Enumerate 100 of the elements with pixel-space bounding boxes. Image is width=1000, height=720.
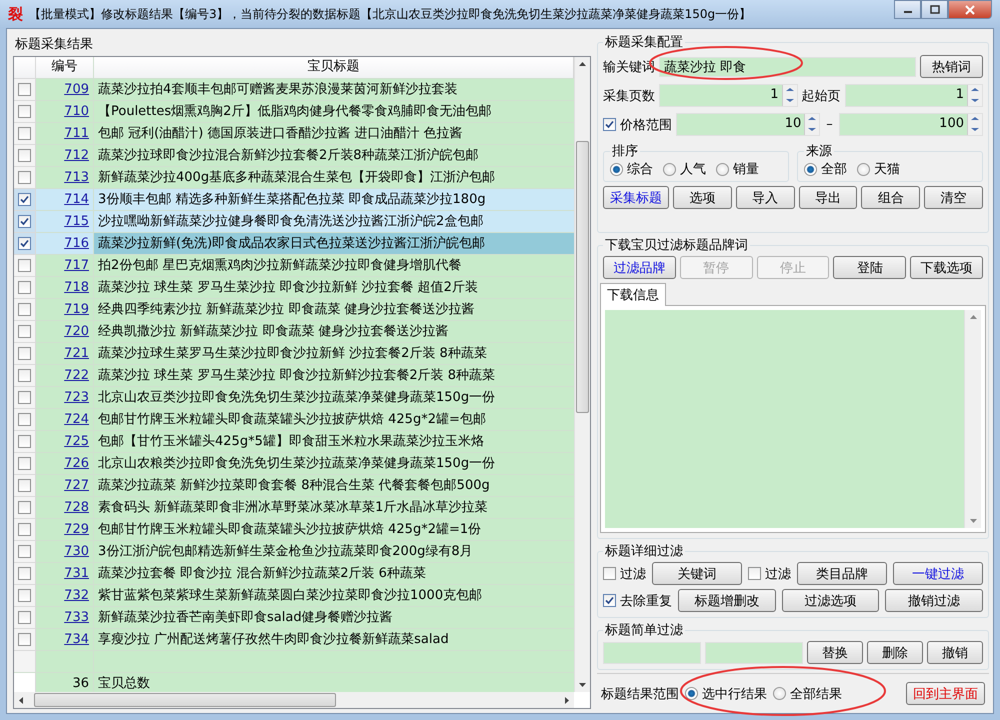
filter-button[interactable]: 关键词 bbox=[652, 562, 742, 585]
table-cell: 素食码头 新鲜蔬菜即食非洲冰草野菜冰菜冰草菜1斤水晶冰草沙拉菜 bbox=[94, 497, 574, 519]
table-cell: 蔬菜沙拉球即食沙拉混合新鲜沙拉套餐2斤装8种蔬菜江浙沪皖包邮 bbox=[94, 145, 574, 167]
radio-option[interactable]: 全部 bbox=[804, 160, 847, 178]
find-field[interactable] bbox=[603, 642, 701, 664]
filter-button[interactable]: 一键过滤 bbox=[893, 562, 983, 585]
row-checkbox[interactable] bbox=[18, 611, 31, 624]
action-button[interactable]: 清空 bbox=[924, 186, 983, 209]
filter-button[interactable]: 过滤选项 bbox=[782, 589, 880, 612]
action-button[interactable]: 撤销 bbox=[927, 641, 983, 664]
radio-button[interactable] bbox=[685, 687, 698, 700]
row-checkbox[interactable] bbox=[18, 567, 31, 580]
action-button[interactable]: 采集标题 bbox=[603, 186, 669, 209]
row-checkbox[interactable] bbox=[18, 633, 31, 646]
row-checkbox[interactable] bbox=[18, 281, 31, 294]
row-checkbox[interactable] bbox=[18, 347, 31, 360]
action-button[interactable]: 下载选项 bbox=[910, 256, 983, 279]
table-cell: 紫甘蓝紫包菜紫球生菜新鲜蔬菜圆白菜沙拉菜即食沙拉1000克包邮 bbox=[94, 585, 574, 607]
table-cell: 3份顺丰包邮 精选多种新鲜生菜搭配色拉菜 即食成品蔬菜沙拉180g bbox=[94, 189, 574, 211]
row-checkbox[interactable] bbox=[18, 457, 31, 470]
min-price-spinbox[interactable]: 10 bbox=[676, 113, 820, 136]
close-button[interactable] bbox=[948, 0, 992, 19]
row-checkbox[interactable] bbox=[18, 259, 31, 272]
field-label: 采集页数 bbox=[603, 88, 655, 104]
checkbox-label: 过滤 bbox=[765, 566, 791, 582]
table-cell: 经典凯撒沙拉 新鲜蔬菜沙拉 即食蔬菜 健身沙拉套餐送沙拉酱 bbox=[94, 321, 574, 343]
row-checkbox[interactable] bbox=[18, 369, 31, 382]
group-title: 来源 bbox=[805, 143, 833, 160]
radio-button[interactable] bbox=[610, 162, 623, 176]
radio-button[interactable] bbox=[857, 162, 870, 176]
scroll-right-icon[interactable] bbox=[564, 696, 570, 704]
row-checkbox[interactable] bbox=[18, 501, 31, 514]
group-title: 标题简单过滤 bbox=[604, 622, 684, 639]
filter-checkbox[interactable] bbox=[748, 567, 761, 580]
table-cell: 蔬菜沙拉球生菜罗马生菜沙拉即食沙拉新鲜 沙拉套餐2斤装 8种蔬菜 bbox=[94, 343, 574, 365]
table-cell: 沙拉嘿呦新鲜蔬菜沙拉健身餐即食免清洗送沙拉酱江浙沪皖2盒包邮 bbox=[94, 211, 574, 233]
scroll-left-icon[interactable] bbox=[18, 696, 24, 704]
hot-words-button[interactable]: 热销词 bbox=[920, 55, 983, 78]
max-price-spinbox[interactable]: 100 bbox=[838, 113, 983, 136]
action-button[interactable]: 选项 bbox=[673, 186, 732, 209]
row-checkbox[interactable] bbox=[18, 193, 31, 206]
filter-button[interactable]: 类目品牌 bbox=[797, 562, 887, 585]
row-checkbox[interactable] bbox=[18, 303, 31, 316]
action-button[interactable]: 导入 bbox=[736, 186, 795, 209]
scroll-up-icon[interactable] bbox=[578, 61, 587, 67]
row-checkbox[interactable] bbox=[18, 127, 31, 140]
filter-button[interactable]: 标题增删改 bbox=[678, 589, 776, 612]
row-checkbox[interactable] bbox=[18, 391, 31, 404]
row-checkbox[interactable] bbox=[18, 237, 31, 250]
row-checkbox[interactable] bbox=[18, 325, 31, 338]
filter-button[interactable]: 撤销过滤 bbox=[885, 589, 984, 612]
back-to-main-button[interactable]: 回到主界面 bbox=[906, 682, 985, 705]
radio-option[interactable]: 人气 bbox=[663, 160, 706, 178]
pages-spinbox[interactable]: 1 bbox=[659, 84, 798, 107]
row-checkbox[interactable] bbox=[18, 215, 31, 228]
window-title: 【批量模式】修改标题结果【编号3】，当前待分裂的数据标题【北京山农豆类沙拉即食免洗免切生菜沙拉蔬菜净菜健身蔬菜150g一份】 bbox=[29, 6, 752, 22]
column-header[interactable]: 编号 bbox=[36, 57, 94, 79]
radio-button[interactable] bbox=[663, 162, 676, 176]
row-checkbox[interactable] bbox=[18, 479, 31, 492]
filter-checkbox[interactable] bbox=[603, 567, 616, 580]
row-checkbox[interactable] bbox=[18, 435, 31, 448]
table-cell: 蔬菜沙拉套餐 即食沙拉 混合新鲜沙拉蔬菜2斤装 6种蔬菜 bbox=[94, 563, 574, 585]
row-checkbox[interactable] bbox=[18, 83, 31, 96]
radio-option[interactable]: 销量 bbox=[716, 160, 759, 178]
action-button[interactable]: 删除 bbox=[867, 641, 923, 664]
radio-button[interactable] bbox=[716, 162, 729, 176]
radio-option[interactable]: 选中行结果 bbox=[685, 684, 767, 702]
row-checkbox[interactable] bbox=[18, 523, 31, 536]
radio-button[interactable] bbox=[773, 687, 786, 700]
replace-field[interactable] bbox=[705, 642, 803, 664]
row-checkbox[interactable] bbox=[18, 149, 31, 162]
row-checkbox[interactable] bbox=[18, 545, 31, 558]
vertical-scrollbar[interactable] bbox=[574, 57, 590, 692]
row-checkbox[interactable] bbox=[18, 171, 31, 184]
radio-option[interactable]: 全部结果 bbox=[773, 684, 842, 702]
total-label: 宝贝总数 bbox=[94, 673, 574, 692]
table-cell: 蔬菜沙拉 球生菜 罗马生菜沙拉 即食沙拉新鲜沙拉套餐2斤装 8种蔬菜 bbox=[94, 365, 574, 387]
minimize-button[interactable] bbox=[894, 0, 921, 19]
action-button[interactable]: 登陆 bbox=[833, 256, 906, 279]
keyword-field[interactable]: 蔬菜沙拉 即食 bbox=[659, 56, 916, 76]
column-header[interactable]: 宝贝标题 bbox=[94, 57, 574, 79]
tab[interactable]: 下载信息 bbox=[600, 283, 666, 306]
action-button[interactable]: 过滤品牌 bbox=[603, 256, 676, 279]
row-checkbox[interactable] bbox=[18, 589, 31, 602]
radio-option[interactable]: 天猫 bbox=[857, 160, 900, 178]
start-page-spinbox[interactable]: 1 bbox=[844, 84, 983, 107]
filter-checkbox[interactable] bbox=[603, 594, 616, 607]
group-title: 标题详细过滤 bbox=[604, 543, 684, 560]
scroll-down-icon[interactable] bbox=[578, 682, 587, 688]
action-button[interactable]: 替换 bbox=[807, 641, 863, 664]
radio-option[interactable]: 综合 bbox=[610, 160, 653, 178]
radio-button[interactable] bbox=[804, 162, 817, 176]
action-button[interactable]: 组合 bbox=[861, 186, 920, 209]
action-button[interactable]: 导出 bbox=[798, 186, 858, 209]
row-checkbox[interactable] bbox=[18, 105, 31, 118]
horizontal-scrollbar[interactable] bbox=[14, 692, 574, 708]
maximize-button[interactable] bbox=[921, 0, 948, 19]
table-cell: 蔬菜沙拉拍4套顺丰包邮可赠酱麦果苏浪漫莱茵河新鲜沙拉套装 bbox=[94, 79, 574, 101]
row-checkbox[interactable] bbox=[18, 413, 31, 426]
price-checkbox[interactable] bbox=[603, 118, 616, 131]
